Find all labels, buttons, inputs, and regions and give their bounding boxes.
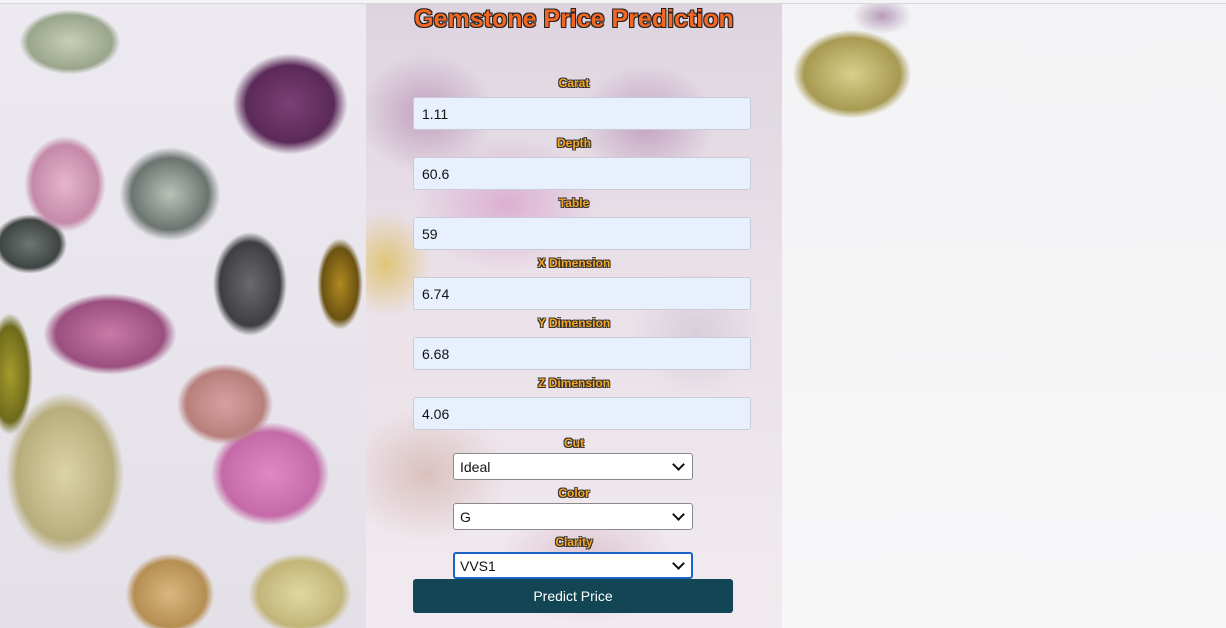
clarity-select[interactable]: VVS1 (453, 552, 693, 579)
carat-input[interactable] (413, 97, 751, 130)
table-input[interactable] (413, 217, 751, 250)
x-dimension-label: X Dimension (537, 256, 611, 270)
cut-select[interactable]: Ideal (453, 453, 693, 480)
depth-label: Depth (557, 136, 591, 150)
y-dimension-input[interactable] (413, 337, 751, 370)
cut-select-value: Ideal (460, 458, 491, 475)
page-title: Gemstone Price Prediction (414, 5, 734, 33)
chevron-down-icon (672, 458, 685, 471)
clarity-label: Clarity (555, 535, 593, 549)
color-select-value: G (460, 508, 471, 525)
prediction-form: Gemstone Price Prediction Carat Depth Ta… (366, 4, 782, 628)
cut-label: Cut (564, 436, 584, 450)
color-label: Color (558, 486, 590, 500)
carat-label: Carat (558, 76, 590, 90)
table-label: Table (558, 196, 590, 210)
gemstone-background-right (782, 4, 1226, 628)
z-dimension-input[interactable] (413, 397, 751, 430)
clarity-select-value: VVS1 (460, 557, 496, 574)
page: Gemstone Price Prediction Carat Depth Ta… (0, 0, 1226, 628)
z-dimension-label: Z Dimension (537, 376, 610, 390)
chevron-down-icon (672, 557, 685, 570)
y-dimension-label: Y Dimension (537, 316, 611, 330)
depth-input[interactable] (413, 157, 751, 190)
chevron-down-icon (672, 508, 685, 521)
gemstone-background-left (0, 4, 366, 628)
x-dimension-input[interactable] (413, 277, 751, 310)
predict-price-button[interactable]: Predict Price (413, 579, 733, 613)
color-select[interactable]: G (453, 503, 693, 530)
